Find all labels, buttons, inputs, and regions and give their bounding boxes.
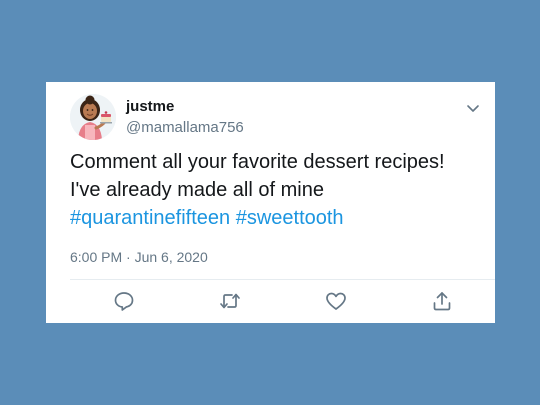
retweet-icon[interactable] — [218, 289, 242, 313]
hashtag-sweettooth[interactable]: #sweettooth — [236, 207, 344, 229]
tweet-timestamp[interactable]: 6:00 PM · Jun 6, 2020 — [70, 249, 208, 265]
tweet-card: justme @mamallama756 Comment all your fa… — [46, 82, 495, 323]
tweet-body: Comment all your favorite dessert recipe… — [70, 151, 445, 201]
share-icon[interactable] — [430, 289, 454, 313]
heart-icon[interactable] — [324, 289, 348, 313]
display-name[interactable]: justme — [126, 98, 174, 115]
avatar[interactable] — [70, 94, 116, 140]
hashtag-quarantinefifteen[interactable]: #quarantinefifteen — [70, 207, 230, 229]
user-handle[interactable]: @mamallama756 — [126, 119, 244, 136]
chevron-down-icon[interactable] — [465, 100, 481, 116]
avatar-illustration-icon — [70, 94, 116, 140]
action-bar — [46, 289, 495, 315]
tweet-text: Comment all your favorite dessert recipe… — [70, 148, 480, 232]
tweet-header: justme @mamallama756 — [70, 94, 483, 140]
divider — [70, 279, 495, 280]
reply-icon[interactable] — [112, 289, 136, 313]
